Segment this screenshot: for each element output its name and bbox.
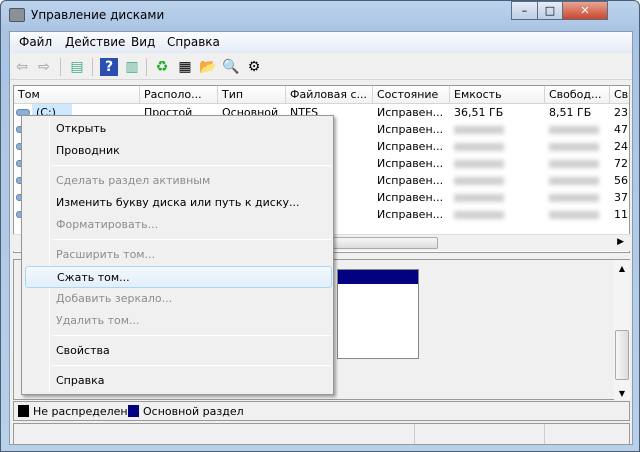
- menu-help[interactable]: Справка: [167, 35, 220, 49]
- unallocated-swatch: [18, 405, 29, 417]
- menu-item: Сделать раздел активным: [56, 174, 211, 187]
- partition-block[interactable]: [337, 269, 419, 359]
- menu-item: Расширить том...: [56, 248, 156, 261]
- cell-status: Исправен...: [377, 140, 444, 153]
- redacted-capacity: [454, 177, 504, 185]
- cell-pct: 24: [614, 140, 628, 153]
- back-icon[interactable]: ⇦: [13, 58, 31, 76]
- column-header-capacity[interactable]: Емкость: [450, 86, 545, 104]
- redacted-capacity: [454, 211, 504, 219]
- column-header-volume[interactable]: Том: [14, 86, 140, 104]
- legend-primary: Основной раздел: [143, 405, 244, 418]
- scroll-up-icon[interactable]: ▲: [614, 264, 630, 273]
- properties-icon[interactable]: ▦: [176, 58, 194, 76]
- redacted-free: [549, 143, 599, 151]
- redacted-free: [549, 194, 599, 202]
- legend: Не распределен Основной раздел: [13, 401, 630, 421]
- help-icon[interactable]: ?: [100, 58, 118, 76]
- menu-item[interactable]: Свойства: [25, 340, 332, 362]
- menu-item: Форматировать...: [56, 218, 159, 231]
- settings-icon[interactable]: ⚙: [245, 58, 263, 76]
- scroll-down-icon[interactable]: ▼: [614, 389, 630, 398]
- redacted-free: [549, 126, 599, 134]
- column-header-type[interactable]: Тип: [218, 86, 286, 104]
- cell-status: Исправен...: [377, 191, 444, 204]
- cell-status: Исправен...: [377, 174, 444, 187]
- column-header-free-pct[interactable]: Св: [610, 86, 629, 104]
- maximize-button[interactable]: □: [537, 1, 563, 20]
- cell-capacity: 36,51 ГБ: [454, 106, 504, 119]
- primary-partition-swatch: [128, 405, 139, 417]
- toolbar: ⇦ ⇨ ▤ ? ▥ ♻ ▦ 📂 🔍 ⚙: [10, 54, 632, 80]
- column-header-layout[interactable]: Располо...: [140, 86, 218, 104]
- menu-action[interactable]: Действие: [65, 35, 125, 49]
- column-header-status[interactable]: Состояние: [373, 86, 450, 104]
- minimize-button[interactable]: –: [511, 1, 538, 20]
- menu-separator: [52, 239, 331, 240]
- refresh-icon[interactable]: ♻: [153, 58, 171, 76]
- close-button[interactable]: ✕: [562, 1, 608, 20]
- scroll-right-icon[interactable]: ▶: [617, 237, 624, 247]
- redacted-free: [549, 211, 599, 219]
- cell-status: Исправен...: [377, 157, 444, 170]
- menu-item[interactable]: Справка: [25, 370, 332, 392]
- cell-pct: 56: [614, 174, 628, 187]
- cell-free: 8,51 ГБ: [549, 106, 592, 119]
- vertical-scrollbar[interactable]: ▲ ▼: [614, 260, 630, 400]
- window-title: Управление дисками: [31, 8, 165, 22]
- forward-icon[interactable]: ⇨: [35, 58, 53, 76]
- redacted-free: [549, 160, 599, 168]
- column-header-free[interactable]: Свобод...: [545, 86, 610, 104]
- menu-separator: [52, 335, 331, 336]
- menu-item[interactable]: Изменить букву диска или путь к диску...: [25, 192, 332, 214]
- cell-status: Исправен...: [377, 106, 444, 119]
- cell-pct: 37: [614, 191, 628, 204]
- cell-pct: 23: [614, 106, 628, 119]
- show-action-pane-icon[interactable]: ▥: [123, 58, 141, 76]
- status-bar: [13, 423, 630, 445]
- menu-separator: [52, 365, 331, 366]
- cell-pct: 72: [614, 157, 628, 170]
- menu-bar: Файл Действие Вид Справка: [10, 32, 632, 53]
- menu-separator: [52, 165, 331, 166]
- menu-view[interactable]: Вид: [131, 35, 155, 49]
- menu-item[interactable]: Проводник: [25, 140, 332, 162]
- column-header-filesystem[interactable]: Файловая с...: [286, 86, 373, 104]
- redacted-capacity: [454, 143, 504, 151]
- cell-status: Исправен...: [377, 123, 444, 136]
- context-menu: Открыть Проводник Сделать раздел активным И…: [21, 115, 334, 395]
- cell-pct: 11: [614, 208, 628, 221]
- explore-icon[interactable]: 🔍: [222, 58, 240, 76]
- legend-unallocated: Не распределен: [33, 405, 128, 418]
- cell-pct: 47: [614, 123, 628, 136]
- menu-item[interactable]: Сжать том...: [25, 266, 332, 288]
- cell-status: Исправен...: [377, 208, 444, 221]
- redacted-free: [549, 177, 599, 185]
- menu-file[interactable]: Файл: [19, 35, 52, 49]
- redacted-capacity: [454, 160, 504, 168]
- redacted-capacity: [454, 126, 504, 134]
- redacted-capacity: [454, 194, 504, 202]
- menu-item: Удалить том...: [56, 314, 140, 327]
- menu-item: Добавить зеркало...: [56, 292, 173, 305]
- show-hide-console-tree-icon[interactable]: ▤: [68, 58, 86, 76]
- menu-item[interactable]: Открыть: [25, 118, 332, 140]
- disk-management-icon: [9, 8, 25, 22]
- open-icon[interactable]: 📂: [199, 58, 217, 76]
- scroll-thumb[interactable]: [615, 330, 629, 380]
